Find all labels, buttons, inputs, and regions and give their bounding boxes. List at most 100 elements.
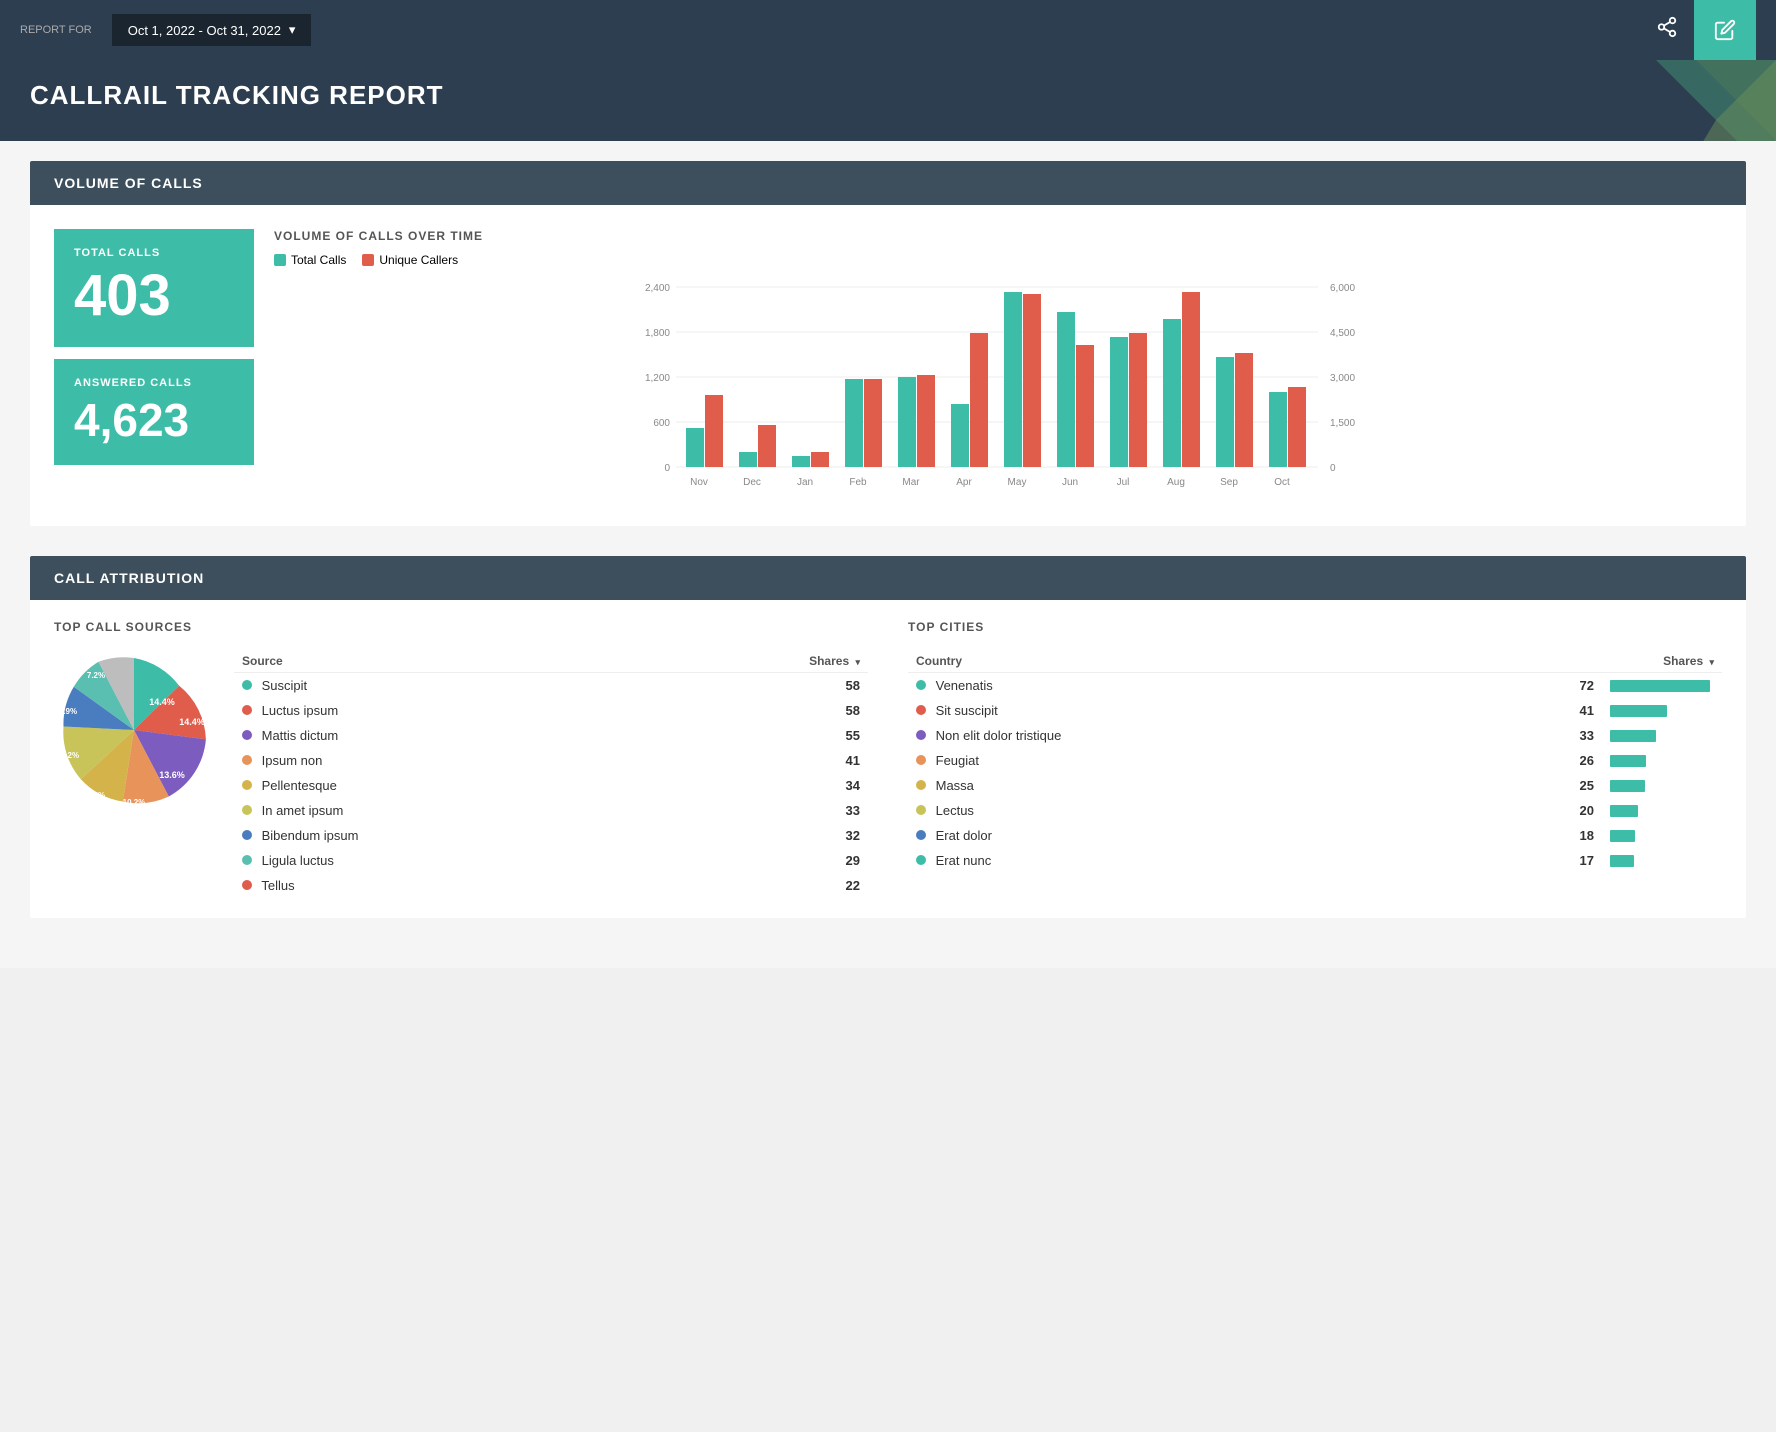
cities-shares-label: Shares — [1663, 654, 1703, 668]
city-bar-cell — [1602, 723, 1722, 748]
shares-col-header[interactable]: Shares ▾ — [655, 650, 868, 673]
city-name-cell: Feugiat — [908, 748, 1492, 773]
source-color-dot — [242, 755, 252, 765]
source-table-container: Source Shares ▾ Suscipi — [234, 650, 868, 898]
cities-table-row: Non elit dolor tristique 33 — [908, 723, 1722, 748]
attribution-section: CALL ATTRIBUTION TOP CALL SOURCES — [30, 556, 1746, 918]
source-name: Suscipit — [262, 678, 308, 693]
cities-table-row: Massa 25 — [908, 773, 1722, 798]
country-col-header: Country — [908, 650, 1492, 673]
pie-chart-container: 14.4% 14.4% 13.6% 10.2% 8.4% 8.2% 7.9% 7… — [54, 650, 214, 810]
top-sources-col: TOP CALL SOURCES — [54, 620, 868, 898]
source-name: Ipsum non — [262, 753, 323, 768]
date-range-dropdown[interactable]: Oct 1, 2022 - Oct 31, 2022 ▾ — [112, 14, 312, 46]
svg-text:0: 0 — [1330, 463, 1336, 474]
svg-text:0: 0 — [664, 463, 670, 474]
legend-total-calls: Total Calls — [274, 253, 346, 267]
city-shares-cell: 72 — [1492, 673, 1602, 699]
cities-table-body: Venenatis 72 Sit suscipit 41 Non elit do… — [908, 673, 1722, 874]
svg-text:7.9%: 7.9% — [59, 707, 77, 716]
source-table-row: In amet ipsum 33 — [234, 798, 868, 823]
stats-and-chart-row: TOTAL CALLS 403 ANSWERED CALLS 4,623 VOL… — [54, 229, 1722, 502]
source-name: In amet ipsum — [262, 803, 344, 818]
source-color-dot — [242, 880, 252, 890]
answered-calls-value: 4,623 — [74, 397, 234, 443]
source-shares-cell: 33 — [655, 798, 868, 823]
city-name-cell: Non elit dolor tristique — [908, 723, 1492, 748]
city-color-dot — [916, 680, 926, 690]
city-name-cell: Erat dolor — [908, 823, 1492, 848]
answered-calls-label: ANSWERED CALLS — [74, 377, 234, 389]
city-bar-cell — [1602, 848, 1722, 873]
city-shares-cell: 33 — [1492, 723, 1602, 748]
date-range-value: Oct 1, 2022 - Oct 31, 2022 — [128, 23, 281, 38]
total-calls-box: TOTAL CALLS 403 — [54, 229, 254, 347]
city-shares-cell: 20 — [1492, 798, 1602, 823]
city-name: Erat dolor — [936, 828, 992, 843]
attribution-section-header: CALL ATTRIBUTION — [30, 556, 1746, 600]
source-name-cell: Suscipit — [234, 673, 655, 699]
legend-dot-teal — [274, 254, 286, 266]
attribution-heading: CALL ATTRIBUTION — [54, 570, 204, 586]
svg-text:8.2%: 8.2% — [61, 751, 79, 760]
svg-text:Mar: Mar — [902, 477, 920, 488]
source-col-header: Source — [234, 650, 655, 673]
cities-table: Country Shares ▾ Venenatis 72 — [908, 650, 1722, 873]
city-name-cell: Venenatis — [908, 673, 1492, 699]
cities-shares-col-header[interactable]: Shares ▾ — [1492, 650, 1722, 673]
city-bar-cell — [1602, 823, 1722, 848]
city-color-dot — [916, 830, 926, 840]
city-name: Lectus — [936, 803, 974, 818]
source-shares-cell: 41 — [655, 748, 868, 773]
source-table-row: Luctus ipsum 58 — [234, 698, 868, 723]
svg-text:1,800: 1,800 — [645, 328, 670, 339]
cities-table-row: Erat nunc 17 — [908, 848, 1722, 873]
svg-text:Oct: Oct — [1274, 477, 1290, 488]
city-shares-cell: 41 — [1492, 698, 1602, 723]
city-color-dot — [916, 755, 926, 765]
source-table-row: Ligula luctus 29 — [234, 848, 868, 873]
volume-section: VOLUME OF CALLS TOTAL CALLS 403 ANSWERED… — [30, 161, 1746, 526]
source-name-cell: Luctus ipsum — [234, 698, 655, 723]
source-shares-cell: 32 — [655, 823, 868, 848]
city-bar-cell — [1602, 698, 1722, 723]
svg-text:Apr: Apr — [956, 477, 972, 488]
share-icon — [1656, 16, 1678, 38]
country-header-label: Country — [916, 654, 962, 668]
chart-title: VOLUME OF CALLS OVER TIME — [274, 229, 1722, 243]
cities-sort-icon: ▾ — [1709, 657, 1714, 667]
edit-button[interactable] — [1694, 0, 1756, 60]
source-name: Mattis dictum — [262, 728, 339, 743]
pie-source-row: 14.4% 14.4% 13.6% 10.2% 8.4% 8.2% 7.9% 7… — [54, 650, 868, 898]
legend-unique-callers: Unique Callers — [362, 253, 458, 267]
volume-body: TOTAL CALLS 403 ANSWERED CALLS 4,623 VOL… — [30, 205, 1746, 526]
svg-text:Jan: Jan — [797, 477, 813, 488]
city-bar — [1610, 730, 1656, 742]
city-name-cell: Massa — [908, 773, 1492, 798]
cities-table-row: Sit suscipit 41 — [908, 698, 1722, 723]
svg-text:13.6%: 13.6% — [159, 770, 185, 780]
city-shares-cell: 17 — [1492, 848, 1602, 873]
cities-table-row: Venenatis 72 — [908, 673, 1722, 699]
source-color-dot — [242, 805, 252, 815]
city-shares-cell: 25 — [1492, 773, 1602, 798]
source-shares-cell: 58 — [655, 673, 868, 699]
svg-text:Dec: Dec — [743, 477, 761, 488]
city-bar — [1610, 780, 1645, 792]
svg-text:600: 600 — [653, 418, 670, 429]
city-name-cell: Lectus — [908, 798, 1492, 823]
city-color-dot — [916, 730, 926, 740]
source-color-dot — [242, 730, 252, 740]
answered-calls-box: ANSWERED CALLS 4,623 — [54, 359, 254, 465]
total-calls-value: 403 — [74, 267, 234, 325]
source-name-cell: Bibendum ipsum — [234, 823, 655, 848]
svg-text:4,500: 4,500 — [1330, 328, 1355, 339]
city-bar — [1610, 855, 1634, 867]
svg-text:1,500: 1,500 — [1330, 418, 1355, 429]
share-button[interactable] — [1640, 16, 1694, 44]
city-name: Erat nunc — [936, 853, 992, 868]
source-shares-cell: 29 — [655, 848, 868, 873]
top-cities-col: TOP CITIES Country Shares ▾ — [908, 620, 1722, 898]
svg-text:Feb: Feb — [849, 477, 867, 488]
top-bar: REPORT FOR Oct 1, 2022 - Oct 31, 2022 ▾ — [0, 0, 1776, 60]
